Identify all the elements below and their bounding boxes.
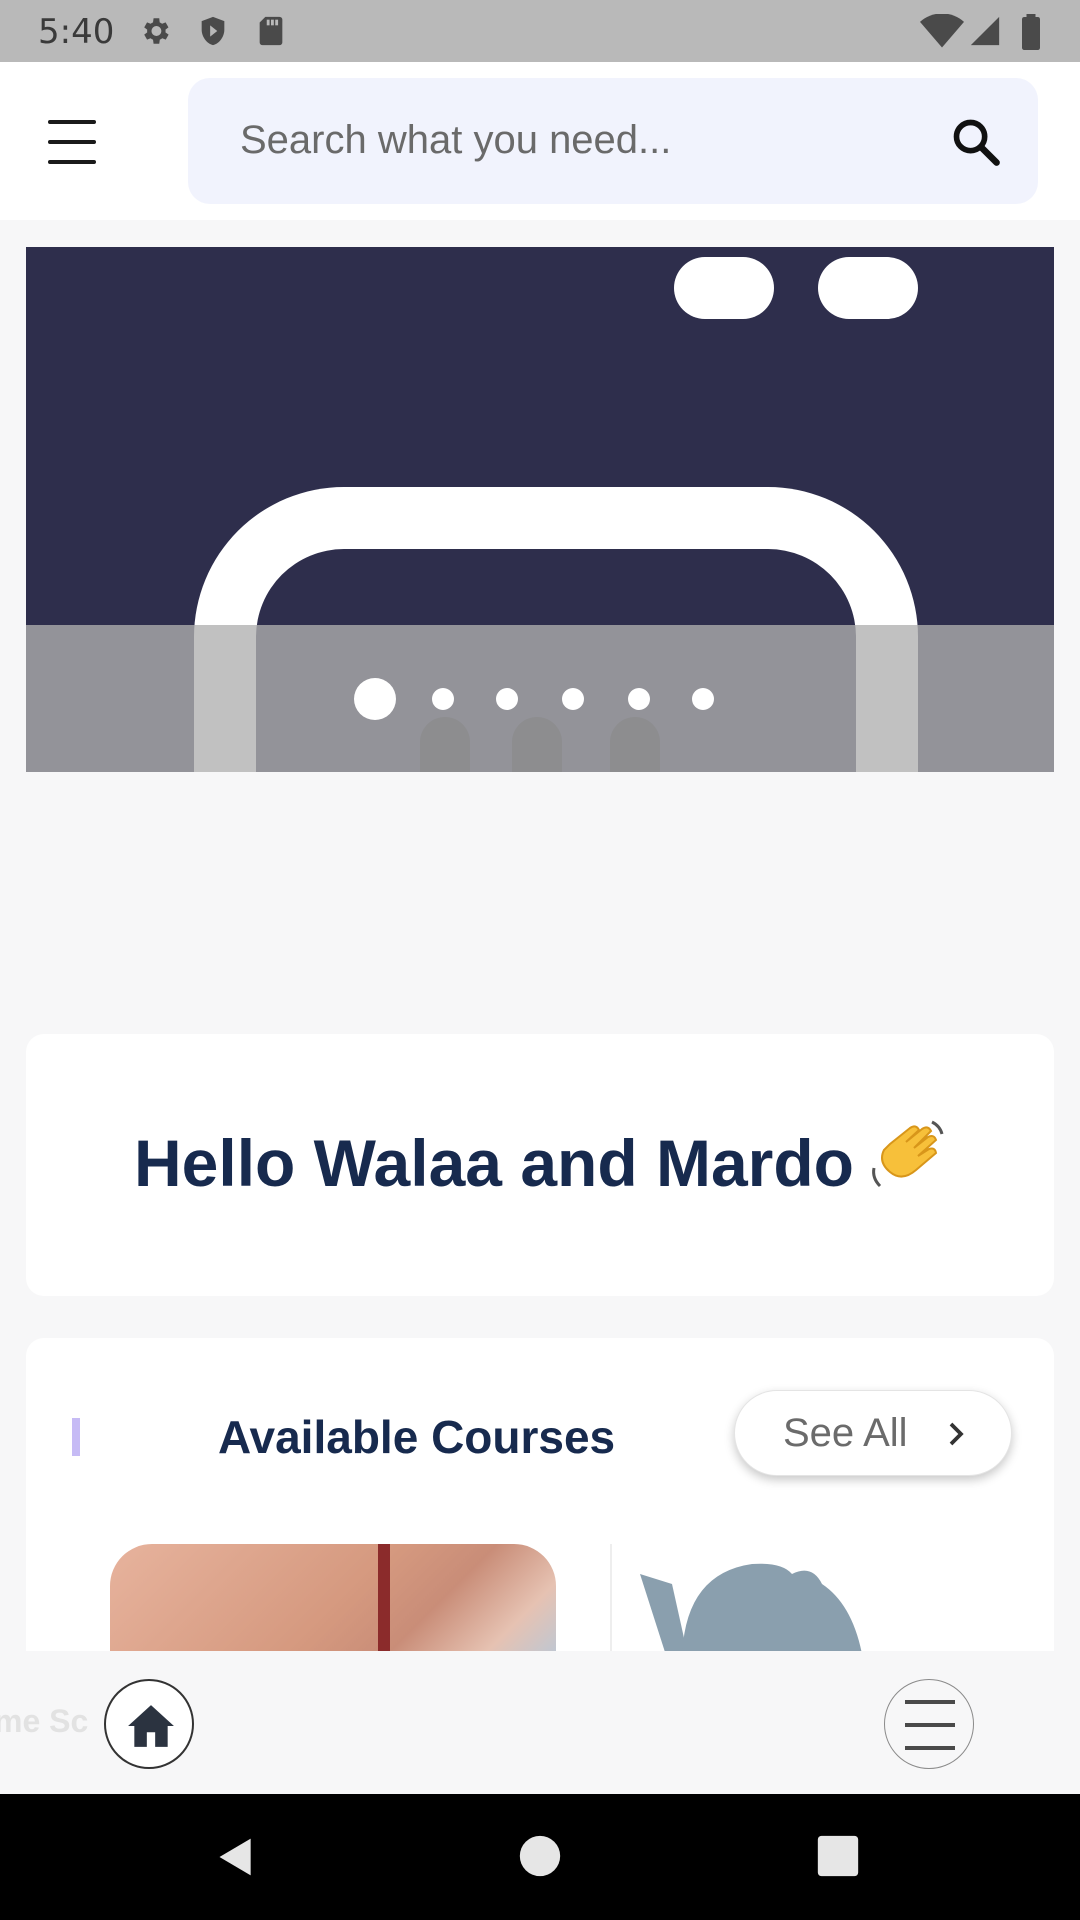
home-button[interactable] bbox=[104, 1679, 194, 1769]
carousel-dot[interactable] bbox=[432, 688, 454, 710]
status-bar: 5:40 bbox=[0, 0, 1080, 62]
see-all-button[interactable]: See All bbox=[734, 1390, 1012, 1476]
status-time: 5:40 bbox=[38, 12, 115, 52]
battery-icon bbox=[1022, 14, 1040, 50]
banner-graphic bbox=[420, 717, 470, 772]
top-app-bar bbox=[0, 62, 1080, 220]
wifi-icon bbox=[920, 14, 964, 48]
banner-graphic bbox=[818, 257, 918, 319]
signal-icon bbox=[970, 16, 1000, 46]
home-nav-icon[interactable] bbox=[518, 1834, 562, 1878]
greeting-heading: Hello Walaa and Mardo bbox=[26, 1116, 1054, 1201]
carousel-dot[interactable] bbox=[496, 688, 518, 710]
see-all-label: See All bbox=[783, 1411, 908, 1455]
home-icon bbox=[128, 1705, 174, 1747]
shield-icon bbox=[201, 16, 225, 46]
search-input[interactable] bbox=[240, 108, 900, 172]
banner-graphic bbox=[610, 717, 660, 772]
recents-icon[interactable] bbox=[816, 1834, 860, 1878]
system-navigation-bar bbox=[0, 1794, 1080, 1920]
back-icon[interactable] bbox=[214, 1834, 258, 1880]
banner-graphic bbox=[512, 717, 562, 772]
hamburger-menu-icon[interactable] bbox=[44, 114, 100, 170]
greeting-text: Hello Walaa and Mardo bbox=[133, 1126, 854, 1200]
banner-graphic bbox=[674, 257, 774, 319]
menu-lines-icon[interactable] bbox=[884, 1679, 974, 1769]
settings-icon bbox=[144, 18, 169, 44]
carousel-indicator bbox=[0, 678, 1080, 720]
carousel-dot[interactable] bbox=[692, 688, 714, 710]
waving-hand-icon bbox=[872, 1120, 944, 1188]
bottom-navigation: me Sc bbox=[0, 1651, 1080, 1794]
greeting-card: Hello Walaa and Mardo bbox=[26, 1034, 1054, 1296]
carousel-dot[interactable] bbox=[628, 688, 650, 710]
search-icon[interactable] bbox=[950, 116, 1002, 168]
home-screen-label: me Sc bbox=[0, 1703, 89, 1739]
sd-card-icon bbox=[259, 16, 283, 46]
carousel-dot[interactable] bbox=[562, 688, 584, 710]
chevron-right-icon bbox=[949, 1422, 964, 1446]
section-accent-bar bbox=[72, 1418, 80, 1456]
search-bar bbox=[188, 78, 1038, 204]
courses-title: Available Courses bbox=[218, 1411, 616, 1463]
carousel-dot-active[interactable] bbox=[354, 678, 396, 720]
